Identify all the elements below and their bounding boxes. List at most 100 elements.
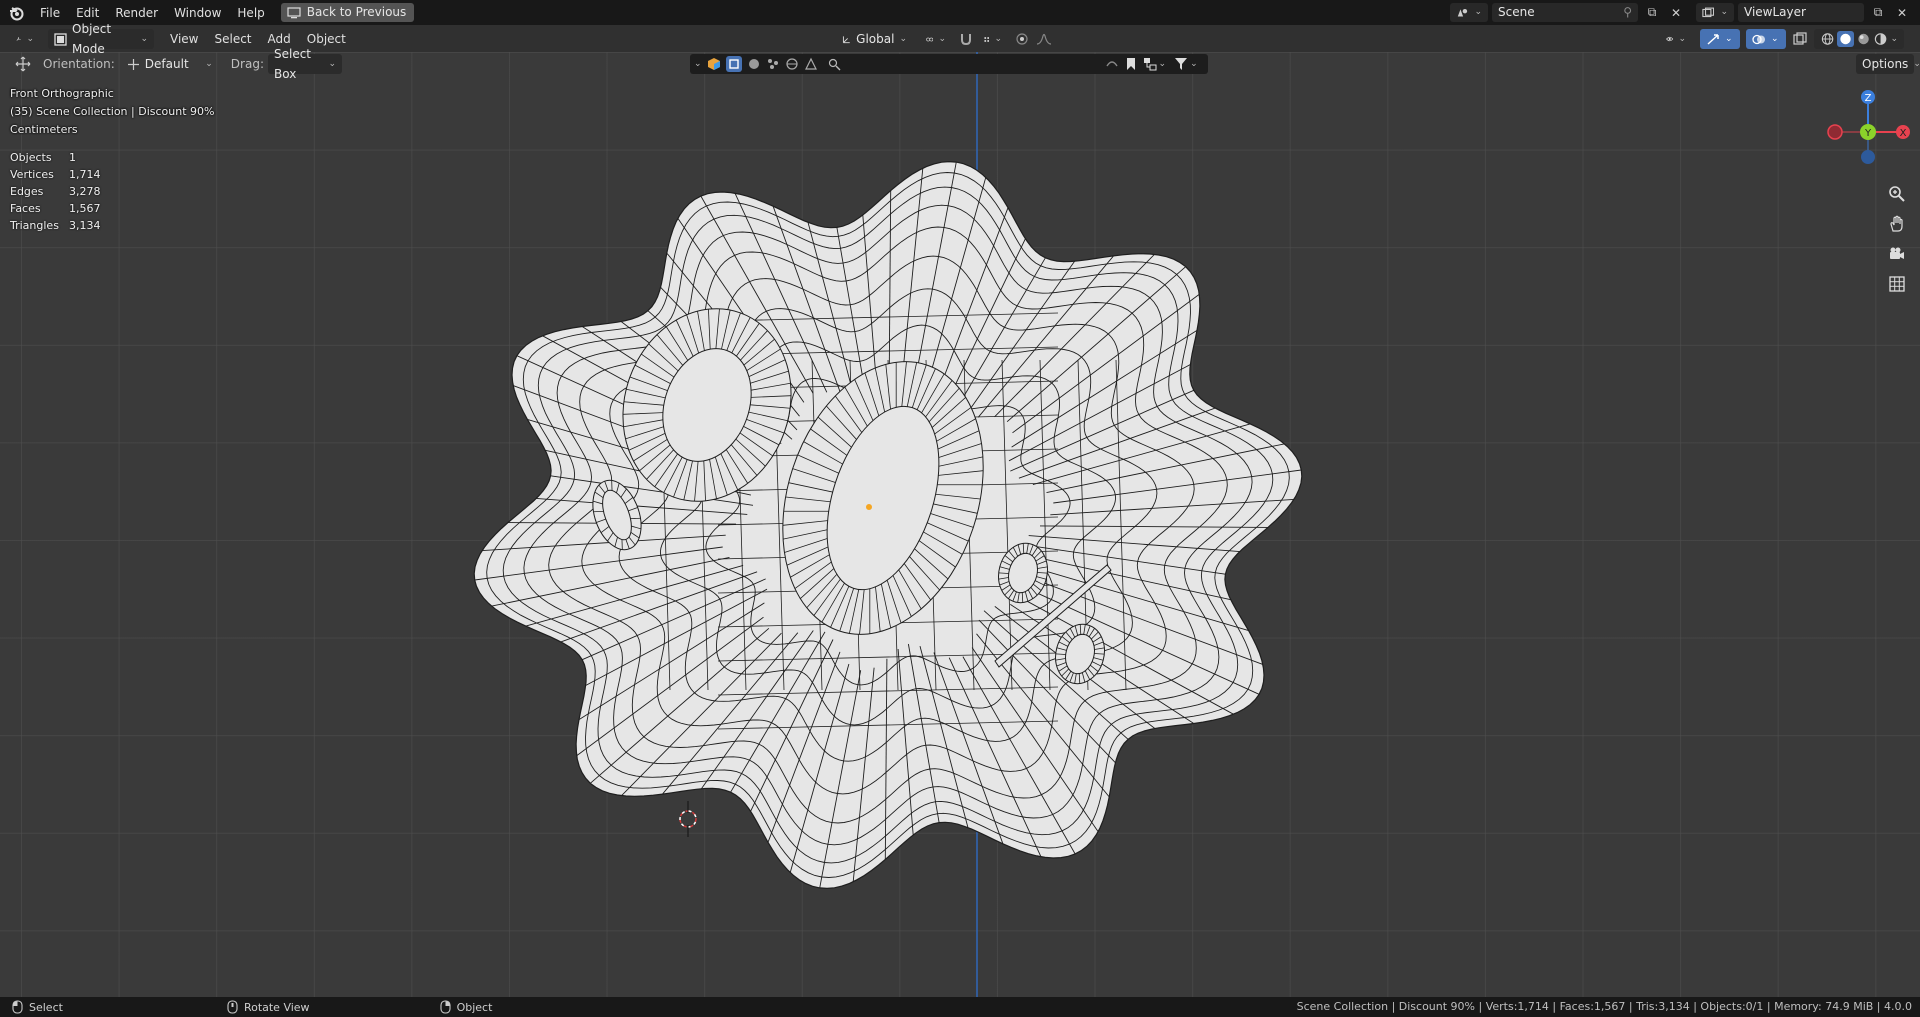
- scene-icon: [1457, 8, 1468, 17]
- mesh-filter-icon[interactable]: [725, 56, 742, 72]
- gizmo-icon: [1707, 33, 1719, 45]
- options-dropdown[interactable]: Options ⌄: [1856, 54, 1920, 74]
- collection-label: (35) Scene Collection | Discount 90%: [10, 105, 215, 118]
- material-shading-icon[interactable]: [1856, 32, 1871, 46]
- blender-logo-icon[interactable]: [0, 0, 32, 25]
- drag-dropdown[interactable]: Select Box ⌄: [267, 47, 342, 81]
- stat-key: Objects: [10, 151, 52, 164]
- view-layer-icon: [1702, 7, 1715, 17]
- transform-orientation-dropdown[interactable]: Global ⌄: [836, 29, 913, 49]
- stat-row: Vertices 1,714: [10, 166, 101, 183]
- mesh-canvas[interactable]: [0, 52, 1920, 997]
- view-layer-name: ViewLayer: [1744, 5, 1806, 19]
- overlays-toggle-button[interactable]: ⌄: [1746, 29, 1786, 49]
- mouse-middle-icon: [227, 1000, 238, 1014]
- zoom-icon[interactable]: [1884, 181, 1910, 207]
- stat-value: 3,278: [69, 185, 101, 198]
- screen-icon: [287, 6, 301, 18]
- scene-name-field[interactable]: Scene ⚲: [1492, 3, 1638, 22]
- units-label: Centimeters: [10, 123, 78, 136]
- rendered-shading-icon[interactable]: [1873, 32, 1888, 46]
- stat-row: Faces 1,567: [10, 200, 101, 217]
- chevron-down-icon[interactable]: ⌄: [694, 59, 702, 69]
- statistics-overlay: Objects 1 Vertices 1,714 Edges 3,278 Faces 1…: [10, 149, 101, 234]
- options-label: Options: [1862, 57, 1909, 71]
- snap-target-dropdown[interactable]: ⌄: [978, 29, 1008, 49]
- mode-dropdown[interactable]: Object Mode ⌄: [48, 22, 154, 56]
- pivot-point-icon: [926, 37, 934, 41]
- outliner-filter-bar: ⌄ ⌄ ⌄: [690, 54, 1208, 74]
- pan-hand-icon[interactable]: [1884, 211, 1910, 237]
- status-rotate-label: Rotate View: [243, 1000, 310, 1014]
- menu-select[interactable]: Select: [206, 29, 259, 49]
- stat-value: 3,134: [69, 219, 101, 232]
- world-filter-icon[interactable]: [785, 57, 799, 71]
- orientation-dropdown[interactable]: Default ⌄: [121, 54, 219, 74]
- scene-filter-icon[interactable]: [804, 57, 818, 71]
- menu-window[interactable]: Window: [166, 3, 229, 23]
- menu-help[interactable]: Help: [229, 3, 272, 23]
- new-scene-icon[interactable]: ⧉: [1642, 3, 1662, 22]
- gizmo-neg-x[interactable]: [1827, 124, 1843, 140]
- stat-value: 1,567: [69, 202, 101, 215]
- discount-badge-mesh[interactable]: [473, 160, 1303, 890]
- gizmo-toggle-button[interactable]: ⌄: [1700, 29, 1740, 49]
- chevron-down-icon[interactable]: ⌄: [1159, 59, 1167, 69]
- bookmark-icon[interactable]: [1125, 57, 1137, 71]
- pin-icon[interactable]: ⚲: [1623, 3, 1632, 22]
- stat-value: 1,714: [69, 168, 101, 181]
- tool-settings-bar: Orientation: Default ⌄ Drag: Select Box …: [0, 47, 1920, 81]
- move-tool-icon[interactable]: [13, 56, 33, 72]
- toggle-perspective-grid-icon[interactable]: [1884, 271, 1910, 297]
- stat-key: Faces: [10, 202, 41, 215]
- 3d-viewport-icon: [16, 37, 21, 41]
- filter-search-input[interactable]: [845, 56, 1101, 72]
- solid-shading-icon[interactable]: [1837, 31, 1855, 47]
- gizmo-x-label: X: [1900, 128, 1907, 139]
- status-info: Scene Collection | Discount 90% | Verts:…: [1296, 1000, 1912, 1013]
- stat-key: Vertices: [10, 168, 54, 181]
- visibility-dropdown[interactable]: ⌄: [1660, 29, 1692, 49]
- scene-selector-button[interactable]: ⌄: [1450, 3, 1488, 22]
- navigation-gizmo[interactable]: Z X Y: [1823, 87, 1913, 177]
- particles-filter-icon[interactable]: [766, 57, 780, 71]
- chevron-down-icon[interactable]: ⌄: [1190, 59, 1198, 69]
- back-to-previous-button[interactable]: Back to Previous: [280, 3, 415, 22]
- object-type-color-icon[interactable]: [707, 57, 721, 71]
- delete-view-layer-icon[interactable]: ✕: [1892, 3, 1912, 22]
- view-layer-selector-button[interactable]: ⌄: [1696, 3, 1734, 22]
- hierarchy-icon[interactable]: [1143, 57, 1157, 71]
- 3d-viewport[interactable]: Front Orthographic (35) Scene Collection…: [0, 52, 1920, 997]
- xray-toggle-icon[interactable]: [1790, 29, 1810, 48]
- search-icon: [828, 58, 841, 70]
- view-name-label: Front Orthographic: [10, 87, 114, 100]
- snap-toggle-icon[interactable]: [956, 29, 976, 48]
- menu-file[interactable]: File: [32, 3, 68, 23]
- menu-view[interactable]: View: [162, 29, 206, 49]
- new-view-layer-icon[interactable]: ⧉: [1868, 3, 1888, 22]
- link-icon[interactable]: [1105, 57, 1119, 71]
- proportional-editing-icon[interactable]: [1012, 29, 1032, 48]
- view-layer-name-field[interactable]: ViewLayer: [1738, 3, 1864, 22]
- editor-type-button[interactable]: ⌄: [10, 29, 40, 49]
- wireframe-shading-icon[interactable]: [1820, 32, 1835, 46]
- delete-scene-icon[interactable]: ✕: [1666, 3, 1686, 22]
- proportional-falloff-icon[interactable]: [1034, 29, 1054, 48]
- gizmo-neg-z[interactable]: [1861, 150, 1875, 164]
- drag-value: Select Box: [273, 47, 312, 81]
- 3d-cursor-icon[interactable]: [679, 801, 697, 837]
- material-filter-icon[interactable]: [747, 57, 761, 71]
- status-object-label: Object: [456, 1000, 493, 1014]
- status-hint-rotate: Rotate View: [227, 1000, 310, 1014]
- camera-view-icon[interactable]: [1884, 241, 1910, 267]
- stat-key: Triangles: [10, 219, 59, 232]
- back-to-previous-label: Back to Previous: [306, 5, 407, 19]
- orientation-default-icon: [127, 58, 139, 70]
- stat-row: Objects 1: [10, 149, 101, 166]
- pivot-point-dropdown[interactable]: ⌄: [920, 29, 952, 49]
- gizmo-y-label: Y: [1864, 128, 1872, 139]
- object-mode-icon: [54, 32, 67, 46]
- transform-orientation-label: Global: [856, 32, 895, 46]
- mouse-right-icon: [440, 1000, 451, 1014]
- filter-funnel-icon[interactable]: [1174, 57, 1188, 71]
